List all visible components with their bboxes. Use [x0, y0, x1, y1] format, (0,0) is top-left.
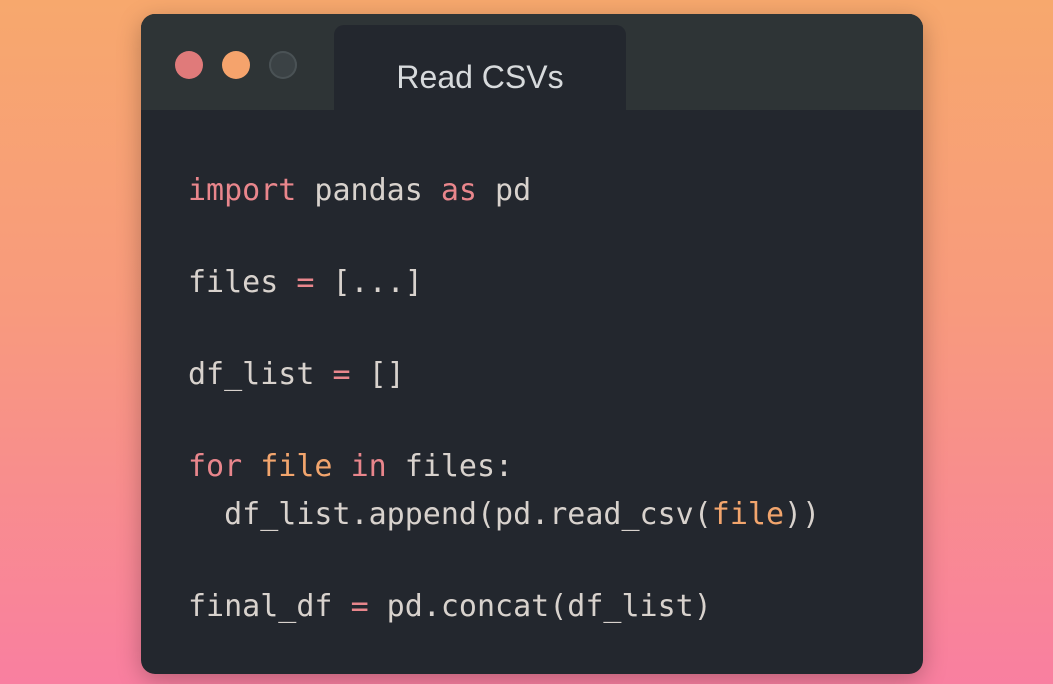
keyword: as — [440, 173, 477, 208]
code-text: pandas — [296, 173, 441, 208]
close-button[interactable] — [175, 51, 203, 79]
code-text: df_list — [188, 357, 333, 392]
code-line-1: import pandas as pd — [188, 169, 531, 213]
code-text: pd — [477, 173, 532, 208]
code-line-6: final_df = pd.concat(df_list) — [188, 585, 712, 629]
operator: = — [350, 589, 369, 624]
maximize-button[interactable] — [269, 51, 297, 79]
code-window: Read CSVs import pandas as pd files = [.… — [141, 14, 923, 674]
variable: file — [711, 497, 785, 532]
operator: = — [332, 357, 351, 392]
code-text: files: — [386, 449, 514, 484]
minimize-button[interactable] — [222, 51, 250, 79]
keyword: in — [350, 449, 387, 484]
code-text: [] — [350, 357, 405, 392]
code-text: df_list.append(pd.read_csv( — [188, 497, 712, 532]
code-line-2: files = [...] — [188, 261, 423, 305]
keyword: import — [188, 173, 297, 208]
tab-label: Read CSVs — [396, 59, 564, 95]
operator: = — [296, 265, 315, 300]
title-bar: Read CSVs — [141, 14, 923, 115]
code-line-5: df_list.append(pd.read_csv(file)) — [188, 493, 820, 537]
code-text: files — [188, 265, 297, 300]
code-block: import pandas as pd files = [...] df_lis… — [188, 169, 820, 624]
code-text: final_df — [188, 589, 351, 624]
code-text: pd.concat(df_list) — [368, 589, 712, 624]
code-text: )) — [784, 497, 821, 532]
code-text: [...] — [314, 265, 423, 300]
keyword: for — [188, 449, 243, 484]
tab-read-csvs[interactable]: Read CSVs — [334, 25, 626, 115]
code-line-3: df_list = [] — [188, 353, 405, 397]
code-line-4: for file in files: — [188, 445, 513, 489]
variable: file — [260, 449, 333, 484]
